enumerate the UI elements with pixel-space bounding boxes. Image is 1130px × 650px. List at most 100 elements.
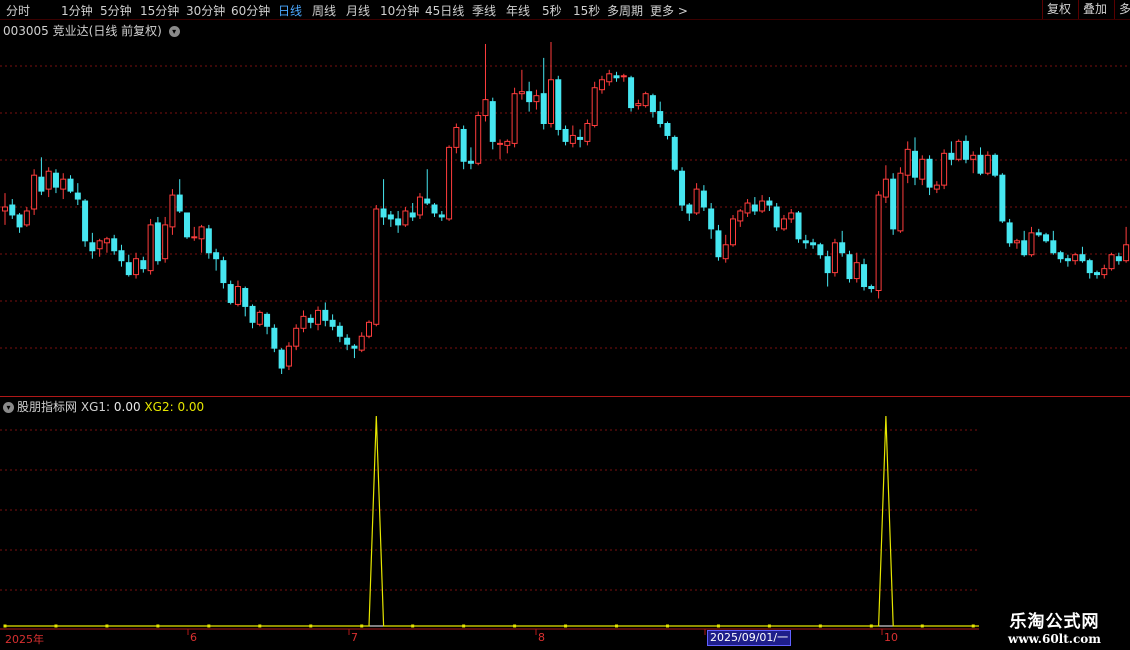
candle-body [380, 208, 387, 218]
xg2-label: XG2: [144, 400, 174, 414]
candle-body [154, 222, 161, 262]
xg1-label: XG1: [80, 400, 111, 414]
candle-body [402, 210, 409, 226]
candle-body [861, 264, 868, 288]
candle-body [715, 230, 722, 258]
candle-body [955, 140, 962, 160]
candle-body [722, 244, 729, 260]
kline-chart [0, 41, 1130, 635]
candle-body [220, 260, 227, 284]
candle-body [489, 101, 496, 142]
candle-body [387, 214, 394, 220]
candle-body [82, 200, 89, 242]
signal-marker [767, 624, 771, 628]
candle-body [213, 252, 220, 260]
candle-body [162, 224, 169, 260]
candle-body [511, 93, 518, 144]
candle-body [234, 286, 241, 305]
watermark: 乐淘公式网 www.60lt.com [979, 604, 1130, 650]
candle-body [52, 172, 59, 188]
candle-body [184, 212, 190, 238]
candle-body [409, 212, 416, 218]
signal-marker [156, 624, 160, 628]
candle-body [1072, 254, 1079, 262]
candle-body [23, 210, 30, 226]
candle-body [846, 254, 853, 280]
candle-body [1064, 258, 1071, 262]
signal-marker [818, 624, 822, 628]
candle-body [366, 321, 372, 337]
candle-body [504, 140, 511, 146]
candle-body [737, 210, 744, 222]
candle-body [882, 178, 889, 198]
candle-body [853, 262, 860, 280]
signal-marker [716, 624, 720, 628]
signal-marker [462, 624, 466, 628]
candle-body [416, 196, 423, 216]
candle-body [664, 123, 671, 136]
candle-body [1115, 256, 1122, 262]
candle-body [1006, 222, 1013, 244]
chevron-down-icon[interactable]: ▾ [3, 402, 14, 413]
candle-body [1013, 240, 1020, 244]
signal-marker [665, 624, 669, 628]
candle-body [773, 206, 780, 228]
candle-body [555, 79, 562, 130]
candle-body [300, 315, 307, 329]
candle-body [118, 250, 125, 262]
signal-marker [54, 624, 58, 628]
candle-body [751, 204, 758, 212]
candle-body [96, 240, 103, 250]
signal-marker [513, 624, 517, 628]
candle-body [198, 226, 205, 240]
candle-body [628, 77, 635, 109]
candle-body [780, 218, 787, 230]
candle-body [31, 174, 38, 210]
candle-body [926, 158, 933, 188]
candle-body [336, 325, 343, 337]
candle-body [453, 126, 460, 148]
watermark-title: 乐淘公式网 [1009, 612, 1100, 632]
candle-body [446, 146, 453, 220]
candle-body [467, 160, 474, 164]
signal-marker [615, 624, 619, 628]
signal-marker [869, 624, 873, 628]
candle-body [140, 260, 147, 270]
candle-body [999, 174, 1006, 222]
signal-marker [309, 624, 313, 628]
candle-body [518, 91, 525, 95]
candle-body [60, 178, 67, 190]
candle-body [824, 256, 831, 274]
candle-body [919, 158, 926, 180]
candle-body [256, 311, 263, 325]
candle-body [482, 99, 489, 117]
candle-body [904, 148, 911, 176]
xg1-line [5, 415, 1130, 627]
candle-body [9, 204, 16, 216]
candle-body [460, 128, 467, 162]
candle-body [562, 128, 569, 142]
candle-body [358, 335, 365, 351]
candle-body [205, 228, 212, 254]
candle-body [315, 309, 322, 325]
candle-body [700, 190, 707, 208]
candle-body [475, 115, 482, 164]
candle-body [249, 305, 256, 323]
candle-body [831, 242, 838, 274]
candle-body [598, 79, 605, 91]
candle-body [147, 224, 154, 272]
candle-body [424, 198, 431, 204]
candle-body [285, 345, 292, 367]
candle-body [810, 242, 817, 246]
candle-body [67, 178, 74, 192]
candle-body [744, 202, 751, 214]
x-axis-month-10: 10 [884, 631, 898, 644]
candle-body [191, 236, 198, 239]
candle-body [344, 337, 351, 345]
candle-body [890, 178, 897, 230]
candle-body [74, 192, 81, 200]
candle-body [693, 188, 700, 214]
candle-body [897, 172, 904, 232]
candle-body [912, 150, 918, 178]
candle-body [133, 258, 140, 276]
